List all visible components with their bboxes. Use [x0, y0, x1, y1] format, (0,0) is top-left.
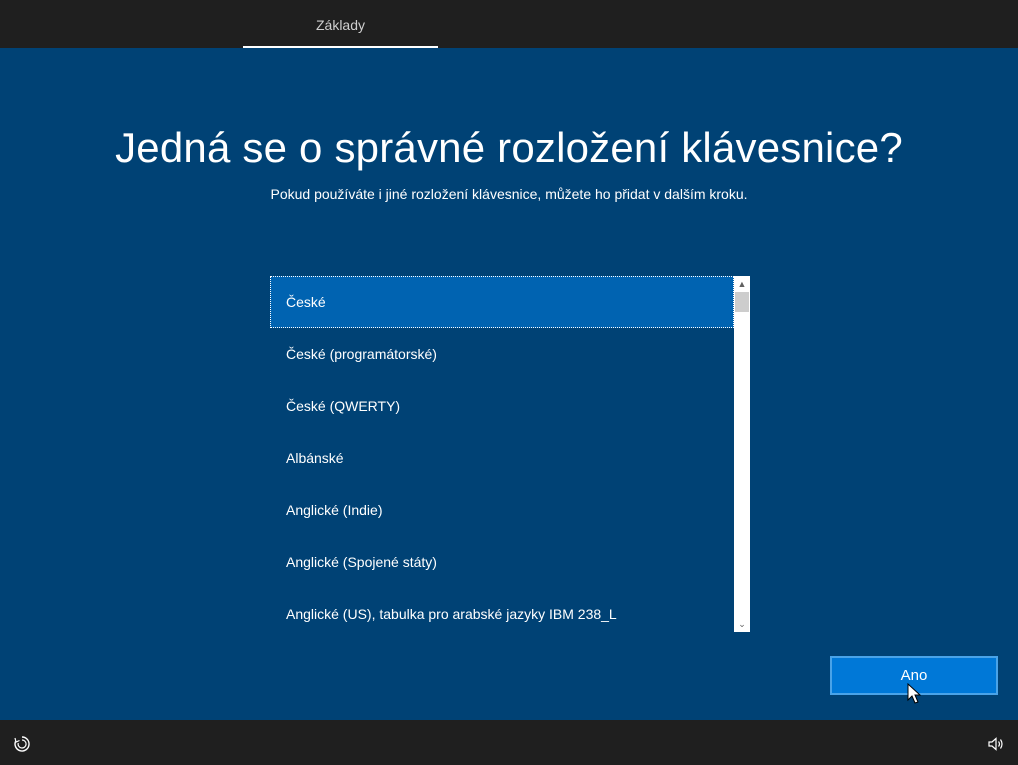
page-title: Jedná se o správné rozložení klávesnice? — [115, 124, 903, 171]
yes-button-label: Ano — [900, 667, 928, 684]
list-item[interactable]: Anglické (US), tabulka pro arabské jazyk… — [270, 588, 734, 632]
scroll-thumb[interactable] — [735, 292, 749, 312]
list-item-selected[interactable]: České — [270, 276, 734, 328]
keyboard-layout-list[interactable]: České České (programátorské) České (QWER… — [270, 276, 750, 632]
list-item[interactable]: Anglické (Spojené státy) — [270, 536, 734, 588]
list-scrollbar[interactable]: ▲ ⌄ — [734, 276, 750, 632]
bottom-bar — [0, 720, 1018, 765]
list-item-label: Albánské — [286, 450, 344, 466]
volume-icon[interactable] — [986, 734, 1006, 754]
list-item-label: Anglické (Indie) — [286, 502, 383, 518]
list-item-label: Anglické (Spojené státy) — [286, 554, 437, 570]
mouse-pointer-icon — [907, 683, 921, 704]
top-bar: Základy — [0, 0, 1018, 48]
list-item-label: České — [286, 294, 326, 310]
tab-basics[interactable]: Základy — [243, 0, 438, 48]
list-item-label: České (programátorské) — [286, 346, 437, 362]
list-item-label: Anglické (US), tabulka pro arabské jazyk… — [286, 606, 617, 622]
scroll-up-arrow-icon[interactable]: ▲ — [734, 276, 750, 292]
ease-of-access-icon[interactable] — [12, 734, 32, 754]
list-item-label: České (QWERTY) — [286, 398, 401, 414]
tab-basics-label: Základy — [315, 17, 366, 33]
page-subtitle: Pokud používáte i jiné rozložení klávesn… — [270, 186, 748, 202]
setup-panel: Jedná se o správné rozložení klávesnice?… — [0, 48, 1018, 720]
list-item[interactable]: České (QWERTY) — [270, 380, 734, 432]
list-item[interactable]: Albánské — [270, 432, 734, 484]
list-item[interactable]: Anglické (Indie) — [270, 484, 734, 536]
list-item[interactable]: České (programátorské) — [270, 328, 734, 380]
scroll-down-arrow-icon[interactable]: ⌄ — [734, 616, 750, 632]
